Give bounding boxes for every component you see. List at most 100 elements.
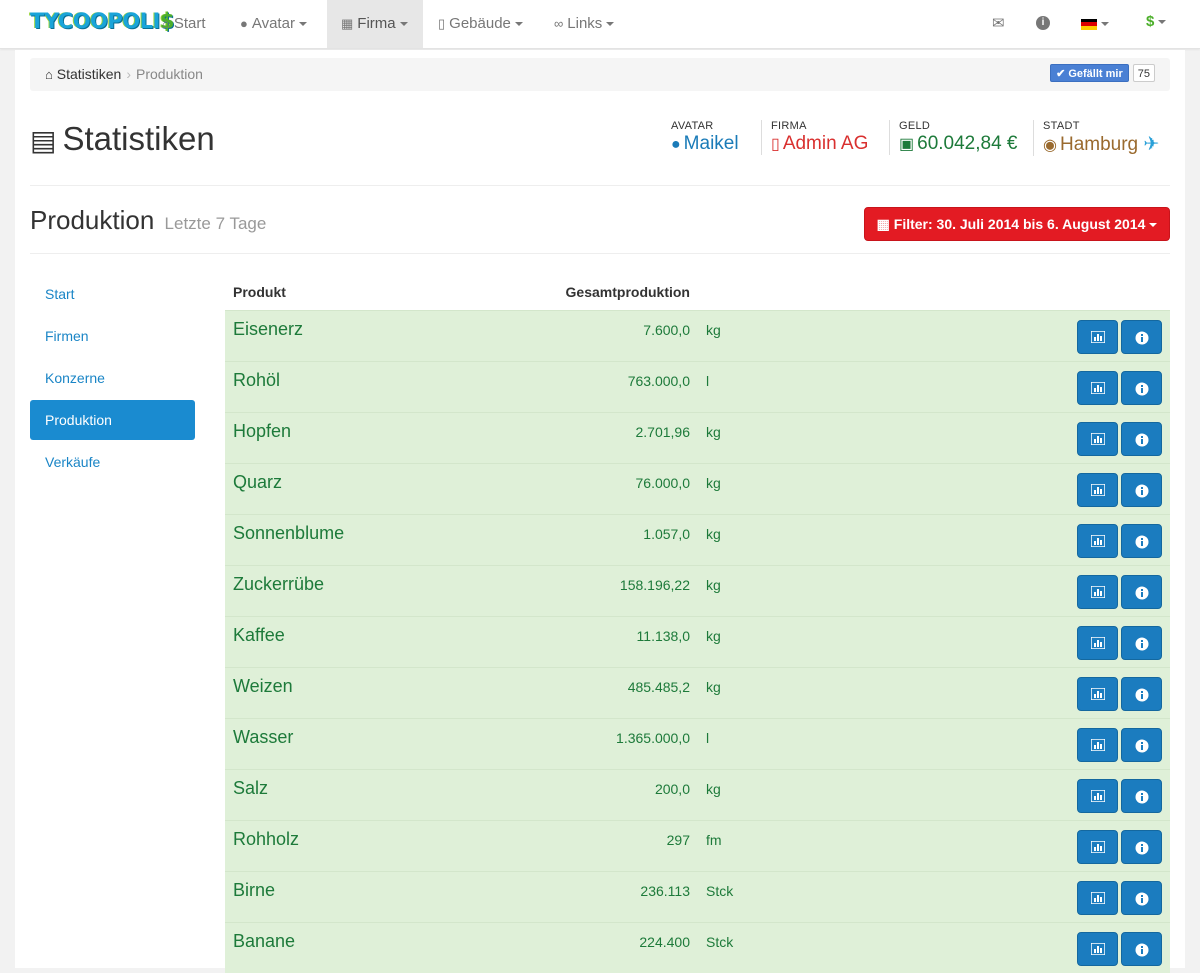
chart-button[interactable] — [1077, 779, 1118, 813]
chart-button[interactable] — [1077, 881, 1118, 915]
sidenav-item-verkaeufe[interactable]: Verkäufe — [30, 442, 195, 482]
stat-stadt-value[interactable]: ◉ Hamburg ✈ — [1043, 133, 1159, 156]
production-unit: kg — [706, 577, 721, 593]
chart-button[interactable] — [1077, 626, 1118, 660]
filter-label: Filter: 30. Juli 2014 bis 6. August 2014 — [893, 216, 1146, 232]
production-unit: l — [706, 373, 710, 389]
production-unit: l — [706, 730, 710, 746]
nav-links[interactable]: ∞ Links — [540, 0, 628, 48]
info-icon — [1135, 586, 1149, 600]
envelope-icon[interactable]: ✉ — [992, 14, 1005, 32]
info-icon[interactable]: i — [1036, 16, 1050, 30]
dollar-icon: $ — [1146, 13, 1155, 30]
user-icon: ● — [671, 136, 681, 153]
breadcrumb: ⌂ Statistiken › Produktion ✔ Gefällt mir 75 — [30, 58, 1170, 91]
stat-stadt: STADT ◉ Hamburg ✈ — [1033, 120, 1159, 156]
money-menu[interactable]: $ — [1146, 13, 1167, 30]
breadcrumb-root[interactable]: Statistiken — [57, 66, 122, 82]
bar-chart-icon — [1091, 637, 1105, 649]
info-icon — [1135, 382, 1149, 396]
home-icon: ⌂ — [45, 67, 53, 82]
info-icon — [1135, 331, 1149, 345]
section-title: Produktion Letzte 7 Tage — [30, 205, 266, 236]
info-button[interactable] — [1121, 473, 1162, 507]
chart-button[interactable] — [1077, 473, 1118, 507]
info-icon — [1135, 688, 1149, 702]
stat-geld-label: GELD — [899, 120, 931, 132]
chart-button[interactable] — [1077, 830, 1118, 864]
list-icon: ▤ — [30, 125, 57, 156]
content-panel: ⌂ Statistiken › Produktion ✔ Gefällt mir 75… — [15, 50, 1185, 973]
chart-button[interactable] — [1077, 677, 1118, 711]
bar-chart-icon — [1091, 331, 1105, 343]
info-button[interactable] — [1121, 371, 1162, 405]
globe-icon: ◉ — [1043, 137, 1057, 154]
column-header-product: Produkt — [233, 284, 286, 300]
production-amount: 297 — [666, 832, 690, 848]
nav-avatar[interactable]: ● Avatar — [226, 0, 321, 48]
plane-icon[interactable]: ✈ — [1143, 134, 1159, 155]
like-label: Gefällt mir — [1068, 68, 1123, 80]
production-unit: kg — [706, 781, 721, 797]
date-filter-button[interactable]: ▦ Filter: 30. Juli 2014 bis 6. August 20… — [864, 207, 1170, 241]
product-name: Eisenerz — [233, 319, 304, 339]
bar-chart-icon — [1091, 790, 1105, 802]
nav-start-label: Start — [173, 15, 206, 32]
info-button[interactable] — [1121, 728, 1162, 762]
info-button[interactable] — [1121, 779, 1162, 813]
nav-gebaeude[interactable]: ▯ Gebäude — [424, 0, 537, 48]
bar-chart-icon — [1091, 892, 1105, 904]
building-icon: ▯ — [771, 136, 780, 153]
chart-button[interactable] — [1077, 371, 1118, 405]
avatar-name: Maikel — [683, 133, 739, 154]
column-header-total: Gesamtproduktion — [565, 284, 690, 300]
info-button[interactable] — [1121, 677, 1162, 711]
product-name: Salz — [233, 778, 269, 798]
like-widget: ✔ Gefällt mir 75 — [1050, 64, 1155, 84]
product-name: Hopfen — [233, 421, 292, 441]
caret-down-icon — [606, 22, 615, 27]
production-table: Produkt Gesamtproduktion Eisenerz 7.600,… — [225, 276, 1170, 973]
section-subtitle: Letzte 7 Tage — [164, 214, 267, 233]
info-button[interactable] — [1121, 524, 1162, 558]
info-button[interactable] — [1121, 932, 1162, 966]
chart-button[interactable] — [1077, 575, 1118, 609]
table-row: Zuckerrübe 158.196,22 kg — [225, 565, 1170, 616]
nav-links-label: Links — [567, 15, 603, 32]
production-unit: kg — [706, 322, 721, 338]
chart-button[interactable] — [1077, 728, 1118, 762]
table-row: Birne 236.113 Stck — [225, 871, 1170, 922]
production-unit: kg — [706, 424, 721, 440]
sidenav-item-firmen[interactable]: Firmen — [30, 316, 195, 356]
link-icon: ∞ — [554, 16, 564, 31]
production-amount: 224.400 — [639, 934, 690, 950]
sidenav-item-start[interactable]: Start — [30, 274, 195, 314]
info-button[interactable] — [1121, 575, 1162, 609]
breadcrumb-separator: › — [126, 66, 132, 82]
table-row: Rohöl 763.000,0 l — [225, 361, 1170, 412]
bar-chart-icon — [1091, 382, 1105, 394]
chart-button[interactable] — [1077, 422, 1118, 456]
stat-avatar-value[interactable]: ● Maikel — [671, 133, 739, 155]
info-icon — [1135, 637, 1149, 651]
nav-start[interactable]: ⌂ Start — [148, 0, 220, 48]
info-button[interactable] — [1121, 422, 1162, 456]
nav-firma[interactable]: ▦ Firma — [327, 0, 423, 48]
table-row: Wasser 1.365.000,0 l — [225, 718, 1170, 769]
info-button[interactable] — [1121, 626, 1162, 660]
product-name: Quarz — [233, 472, 283, 492]
stat-firma-value[interactable]: ▯ Admin AG — [771, 133, 868, 155]
money-icon: ▣ — [899, 136, 915, 153]
language-flag-de[interactable] — [1081, 15, 1109, 32]
like-button[interactable]: ✔ Gefällt mir — [1050, 64, 1129, 82]
production-amount: 200,0 — [654, 781, 690, 797]
sidenav-item-konzerne[interactable]: Konzerne — [30, 358, 195, 398]
chart-button[interactable] — [1077, 524, 1118, 558]
table-row: Quarz 76.000,0 kg — [225, 463, 1170, 514]
info-button[interactable] — [1121, 830, 1162, 864]
info-button[interactable] — [1121, 320, 1162, 354]
chart-button[interactable] — [1077, 320, 1118, 354]
chart-button[interactable] — [1077, 932, 1118, 966]
info-button[interactable] — [1121, 881, 1162, 915]
sidenav-item-produktion[interactable]: Produktion — [30, 400, 195, 440]
